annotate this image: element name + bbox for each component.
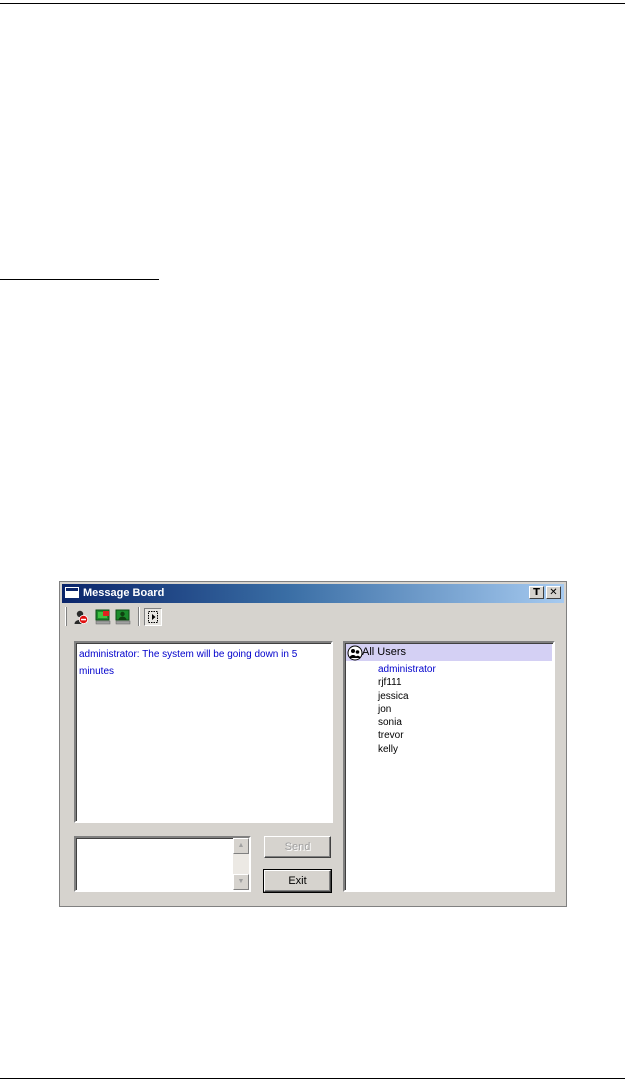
toolbar-grip <box>65 607 67 626</box>
chat-message: administrator: The system will be going … <box>79 649 298 677</box>
page-bottom-rule <box>0 1078 625 1079</box>
all-users-label: All Users <box>362 646 407 658</box>
users-group-icon <box>347 645 363 661</box>
toolbar-separator <box>138 607 140 626</box>
users-list: administrator rjf111 jessica jon sonia t… <box>378 663 436 756</box>
window-title: Message Board <box>83 587 165 599</box>
list-item[interactable]: kelly <box>378 743 436 756</box>
toolbar <box>64 606 562 628</box>
block-user-icon[interactable] <box>73 609 89 625</box>
collapse-panel-icon[interactable] <box>144 608 162 626</box>
message-input[interactable]: ▲ ▼ <box>74 836 251 892</box>
list-item[interactable]: rjf111 <box>378 676 436 689</box>
message-board-window: Message Board T ✕ administrator: The sys… <box>59 581 567 907</box>
scroll-up-arrow-icon[interactable]: ▲ <box>233 838 249 854</box>
scroll-down-arrow-icon[interactable]: ▼ <box>233 874 249 890</box>
list-item[interactable]: trevor <box>378 729 436 742</box>
message-input-scrollbar[interactable]: ▲ ▼ <box>233 838 249 890</box>
public-chat-icon[interactable] <box>115 609 131 625</box>
close-icon[interactable]: ✕ <box>546 586 561 599</box>
title-button-t[interactable]: T <box>529 586 544 599</box>
window-icon <box>65 587 79 598</box>
title-bar[interactable]: Message Board T ✕ <box>62 584 564 603</box>
section-underline <box>0 279 159 280</box>
exit-button[interactable]: Exit <box>263 869 332 893</box>
message-display[interactable]: administrator: The system will be going … <box>74 641 333 823</box>
list-item[interactable]: administrator <box>378 663 436 676</box>
broadcast-icon[interactable] <box>95 609 111 625</box>
all-users-header[interactable]: All Users <box>346 644 552 661</box>
users-list-panel[interactable]: All Users administrator rjf111 jessica j… <box>343 641 555 892</box>
page-top-rule <box>0 3 625 4</box>
list-item[interactable]: jessica <box>378 690 436 703</box>
send-button[interactable]: Send <box>264 836 331 858</box>
list-item[interactable]: sonia <box>378 716 436 729</box>
list-item[interactable]: jon <box>378 703 436 716</box>
